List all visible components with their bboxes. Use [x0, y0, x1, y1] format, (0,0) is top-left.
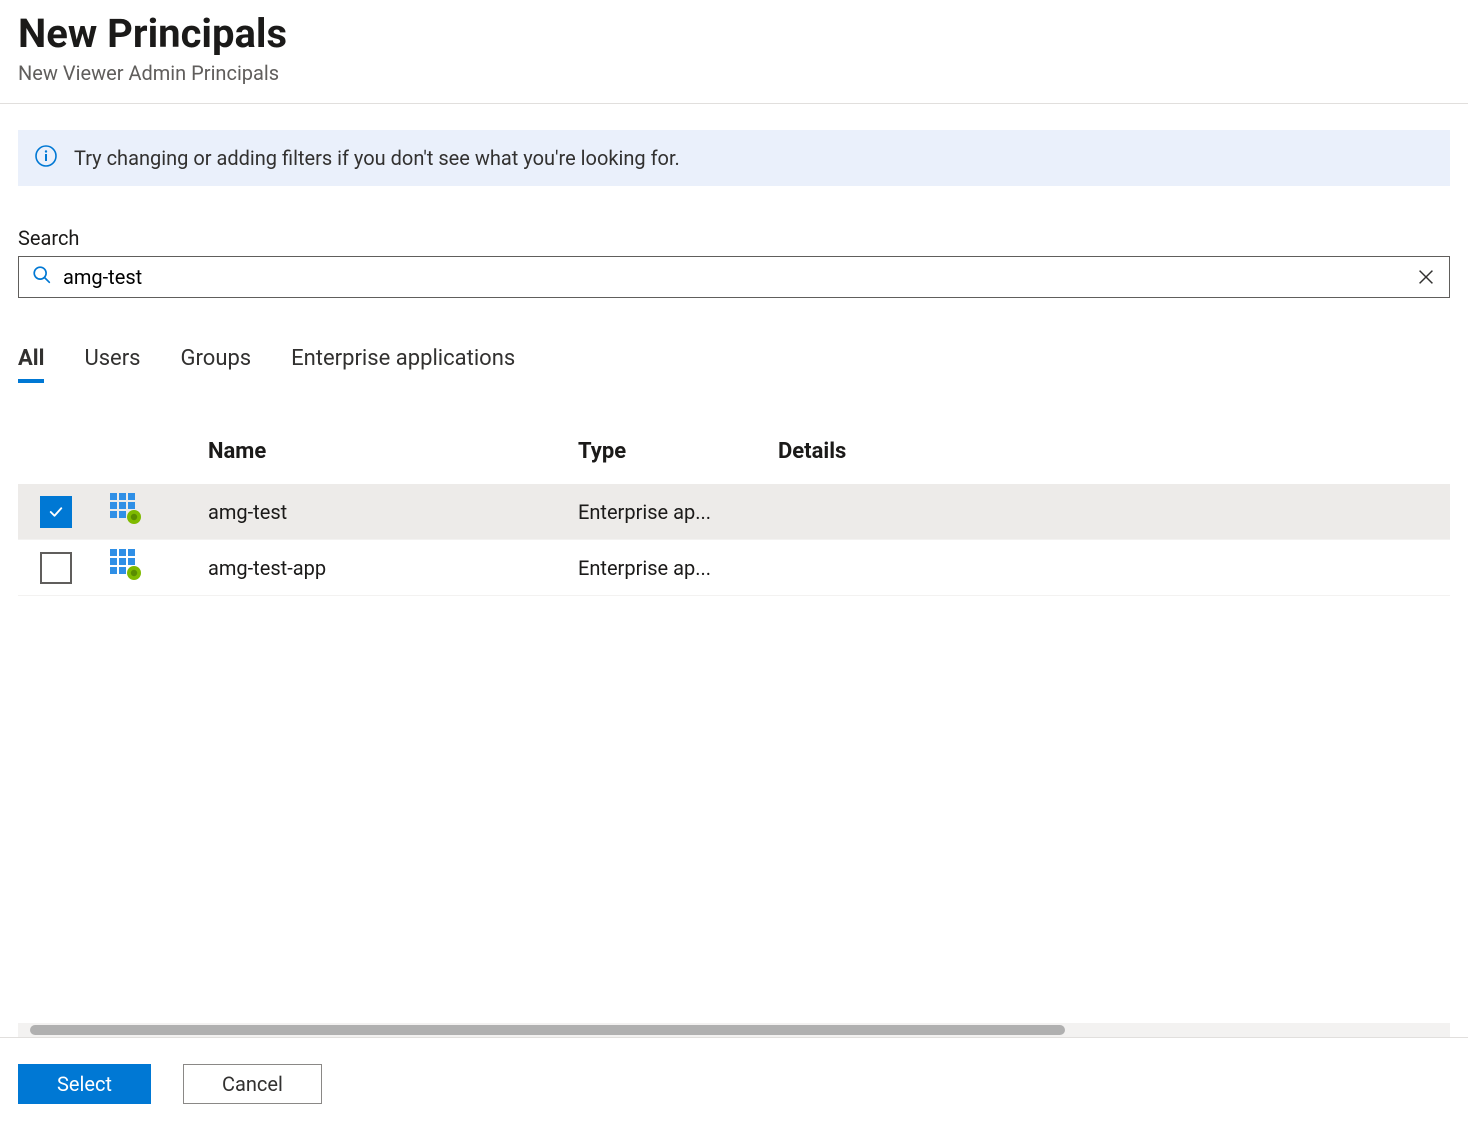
- search-box[interactable]: [18, 256, 1450, 298]
- clear-search-icon[interactable]: [1415, 266, 1437, 288]
- column-header-details[interactable]: Details: [778, 439, 1450, 464]
- table-header: Name Type Details: [18, 439, 1450, 484]
- enterprise-app-icon: [108, 491, 144, 532]
- search-icon: [31, 264, 53, 290]
- page-subtitle: New Viewer Admin Principals: [18, 61, 1450, 85]
- scrollbar-thumb[interactable]: [30, 1025, 1065, 1035]
- filter-tabs: All Users Groups Enterprise applications: [18, 346, 1450, 383]
- row-checkbox[interactable]: [40, 496, 72, 528]
- info-banner-text: Try changing or adding filters if you do…: [74, 146, 680, 170]
- tab-users[interactable]: Users: [84, 346, 140, 383]
- row-name: amg-test: [208, 500, 578, 524]
- row-checkbox[interactable]: [40, 552, 72, 584]
- search-input[interactable]: [53, 265, 1415, 289]
- search-label: Search: [18, 226, 1450, 250]
- select-button[interactable]: Select: [18, 1064, 151, 1104]
- cancel-button[interactable]: Cancel: [183, 1064, 322, 1104]
- table-row[interactable]: amg-test-app Enterprise ap...: [18, 540, 1450, 596]
- results-table: Name Type Details: [18, 439, 1450, 1037]
- row-type: Enterprise ap...: [578, 500, 778, 524]
- info-icon: [34, 144, 58, 172]
- enterprise-app-icon: [108, 547, 144, 588]
- footer-actions: Select Cancel: [0, 1037, 1468, 1144]
- column-header-name[interactable]: Name: [208, 439, 578, 464]
- tab-groups[interactable]: Groups: [181, 346, 252, 383]
- page-title: New Principals: [18, 10, 1450, 57]
- info-banner: Try changing or adding filters if you do…: [18, 130, 1450, 186]
- tab-all[interactable]: All: [18, 346, 44, 383]
- table-row[interactable]: amg-test Enterprise ap...: [18, 484, 1450, 540]
- tab-enterprise-applications[interactable]: Enterprise applications: [291, 346, 515, 383]
- row-type: Enterprise ap...: [578, 556, 778, 580]
- column-header-type[interactable]: Type: [578, 439, 778, 464]
- panel-header: New Principals New Viewer Admin Principa…: [0, 0, 1468, 104]
- row-name: amg-test-app: [208, 556, 578, 580]
- horizontal-scrollbar[interactable]: [18, 1023, 1450, 1037]
